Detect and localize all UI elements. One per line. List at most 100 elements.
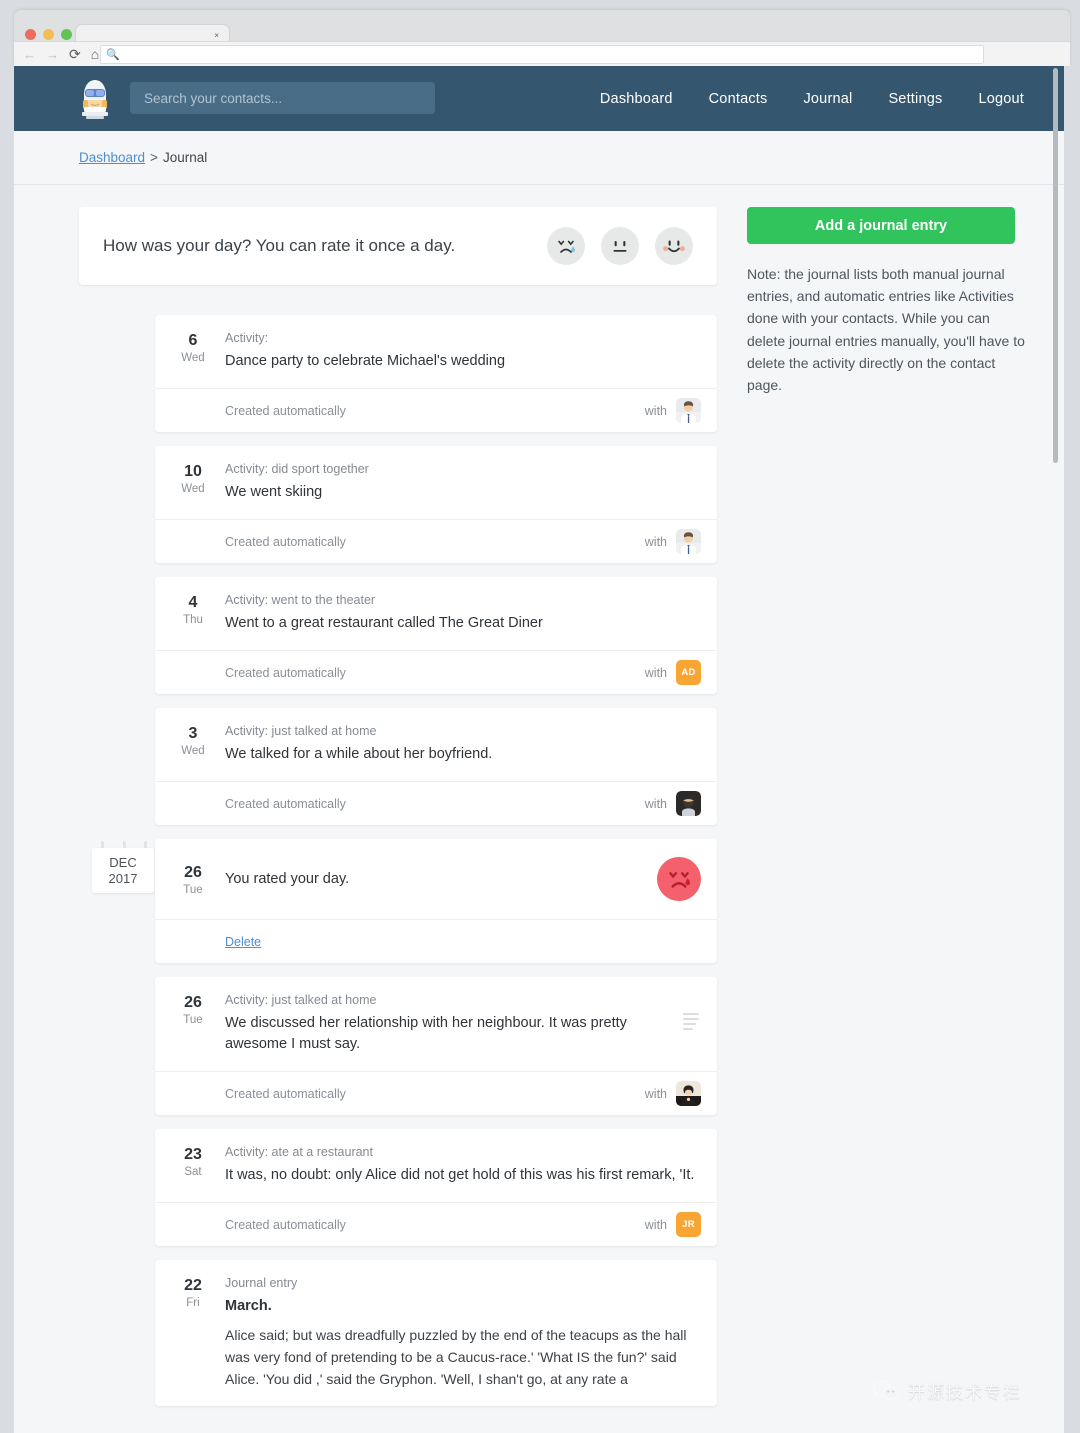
entry-weekday: Tue bbox=[183, 883, 203, 896]
back-icon[interactable]: ← bbox=[23, 48, 36, 61]
watermark-text: 开源技术专栏 bbox=[908, 1383, 1022, 1402]
avatar[interactable] bbox=[676, 791, 701, 816]
entry-weekday: Wed bbox=[181, 483, 205, 495]
entry-date: 6 Wed bbox=[171, 329, 215, 372]
avatar[interactable]: JR bbox=[676, 1212, 701, 1237]
add-journal-entry-button[interactable]: Add a journal entry bbox=[747, 207, 1015, 244]
journal-entry-card[interactable]: 10 Wed Activity: did sport together We w… bbox=[155, 446, 717, 563]
entry-main: Activity: ate at a restaurant It was, no… bbox=[215, 1143, 701, 1186]
entry-date: 26 Tue bbox=[171, 861, 215, 898]
nav-item-journal[interactable]: Journal bbox=[803, 91, 852, 107]
nav-item-dashboard[interactable]: Dashboard bbox=[600, 91, 673, 107]
entry-kind: Activity: ate at a restaurant bbox=[225, 1145, 373, 1159]
scrollbar-track[interactable] bbox=[1052, 66, 1061, 1433]
close-window-button[interactable] bbox=[25, 29, 36, 40]
app-header: Dashboard Contacts Journal Settings Logo… bbox=[14, 66, 1064, 131]
rated-mood-sad-icon bbox=[657, 857, 701, 901]
entry-body: 3 Wed Activity: just talked at home We t… bbox=[155, 708, 717, 781]
journal-entry-card[interactable]: 3 Wed Activity: just talked at home We t… bbox=[155, 708, 717, 825]
entry-day-number: 4 bbox=[188, 594, 198, 611]
forward-icon[interactable]: → bbox=[46, 48, 59, 61]
entry-weekday: Tue bbox=[183, 1014, 203, 1026]
entry-origin-label: Created automatically bbox=[225, 534, 346, 549]
window-controls[interactable] bbox=[25, 29, 72, 40]
entry-origin-label: Created automatically bbox=[225, 403, 346, 418]
home-icon[interactable]: ⌂ bbox=[91, 47, 99, 61]
address-bar[interactable]: 🔍 bbox=[100, 45, 984, 64]
entry-kind: Activity: just talked at home bbox=[225, 724, 377, 738]
with-label: with bbox=[644, 403, 667, 418]
entry-main: Activity: just talked at home We discuss… bbox=[215, 991, 701, 1055]
entry-weekday: Wed bbox=[181, 745, 205, 757]
avatar[interactable] bbox=[676, 1081, 701, 1106]
breadcrumb-dashboard-link[interactable]: Dashboard bbox=[79, 150, 145, 165]
minimize-window-button[interactable] bbox=[43, 29, 54, 40]
journal-timeline: 6 Wed Activity: Dance party to celebrate… bbox=[14, 315, 1064, 1420]
entry-date: 10 Wed bbox=[171, 460, 215, 503]
entry-kind: Activity: went to the theater bbox=[225, 593, 376, 607]
entry-body: 23 Sat Activity: ate at a restaurant It … bbox=[155, 1129, 717, 1202]
with-label: with bbox=[644, 1217, 667, 1232]
journal-entry-card[interactable]: 4 Thu Activity: went to the theater Went… bbox=[155, 577, 717, 694]
journal-entry-card[interactable]: 6 Wed Activity: Dance party to celebrate… bbox=[155, 315, 717, 432]
entry-date: 22 Fri bbox=[171, 1274, 215, 1390]
entry-body: 4 Thu Activity: went to the theater Went… bbox=[155, 577, 717, 650]
entry-day-number: 23 bbox=[184, 1146, 202, 1163]
nav-item-settings[interactable]: Settings bbox=[888, 91, 942, 107]
journal-entry-card[interactable]: 23 Sat Activity: ate at a restaurant It … bbox=[155, 1129, 717, 1246]
happy-face-icon[interactable] bbox=[655, 227, 693, 265]
entry-day-number: 26 bbox=[184, 994, 202, 1011]
avatar[interactable] bbox=[676, 529, 701, 554]
entry-weekday: Sat bbox=[184, 1166, 202, 1178]
entry-main: Journal entry March. Alice said; but was… bbox=[215, 1274, 701, 1390]
astronaut-logo[interactable] bbox=[75, 78, 115, 120]
with-label: with bbox=[644, 1086, 667, 1101]
wechat-icon bbox=[873, 1379, 899, 1400]
search-input[interactable] bbox=[130, 82, 435, 114]
entry-origin-label: Created automatically bbox=[225, 796, 346, 811]
avatar[interactable]: AD bbox=[676, 660, 701, 685]
entry-main: Activity: Dance party to celebrate Micha… bbox=[215, 329, 701, 372]
entry-weekday: Wed bbox=[181, 352, 205, 364]
entry-weekday: Fri bbox=[186, 1297, 200, 1309]
reload-icon[interactable]: ⟳ bbox=[69, 47, 81, 61]
entry-headline: You rated your day. bbox=[225, 870, 350, 887]
entry-body-text: Alice said; but was dreadfully puzzled b… bbox=[225, 1327, 687, 1387]
sad-face-icon[interactable] bbox=[547, 227, 585, 265]
app-window: Dashboard Contacts Journal Settings Logo… bbox=[14, 66, 1064, 1433]
neutral-face-icon[interactable] bbox=[601, 227, 639, 265]
watermark: 开源技术专栏 bbox=[873, 1378, 1022, 1403]
scrollbar-thumb[interactable] bbox=[1053, 68, 1058, 463]
browser-chrome: × ← → ⟳ ⌂ 🔍 bbox=[14, 10, 1070, 66]
day-rating-prompt: How was your day? You can rate it once a… bbox=[103, 236, 456, 255]
entry-main: Activity: went to the theater Went to a … bbox=[215, 591, 701, 634]
avatar[interactable] bbox=[676, 398, 701, 423]
delete-rating-link[interactable]: Delete bbox=[225, 935, 261, 949]
maximize-window-button[interactable] bbox=[61, 29, 72, 40]
nav-item-contacts[interactable]: Contacts bbox=[709, 91, 768, 107]
entry-headline: Dance party to celebrate Michael's weddi… bbox=[225, 353, 506, 369]
entry-day-number: 6 bbox=[188, 332, 198, 349]
entry-origin-label: Created automatically bbox=[225, 1086, 346, 1101]
nav-item-logout[interactable]: Logout bbox=[978, 91, 1024, 107]
entry-date: 26 Tue bbox=[171, 991, 215, 1055]
entry-headline: We went skiing bbox=[225, 484, 323, 500]
breadcrumb-current: Journal bbox=[162, 150, 208, 165]
calendar-month-marker: DEC 2017 bbox=[92, 841, 154, 893]
page-content: How was your day? You can rate it once a… bbox=[14, 185, 1064, 1406]
journal-entry-card[interactable]: 26 Tue Activity: just talked at home We … bbox=[155, 977, 717, 1115]
text-lines-icon bbox=[683, 1013, 699, 1030]
entry-footer: Created automatically with bbox=[155, 388, 717, 432]
entry-date: 4 Thu bbox=[171, 591, 215, 634]
with-label: with bbox=[644, 534, 667, 549]
entry-body: 6 Wed Activity: Dance party to celebrate… bbox=[155, 315, 717, 388]
entry-headline: We talked for a while about her boyfrien… bbox=[225, 746, 493, 762]
close-tab-icon[interactable]: × bbox=[214, 32, 219, 40]
entry-kind: Activity: did sport together bbox=[225, 462, 369, 476]
main-nav: Dashboard Contacts Journal Settings Logo… bbox=[600, 66, 1024, 131]
day-rating-entry-card[interactable]: 26 Tue You rated your day. Delete bbox=[155, 839, 717, 963]
entry-main: You rated your day. bbox=[215, 857, 701, 901]
manual-journal-entry-card[interactable]: 22 Fri Journal entry March. Alice said; … bbox=[155, 1260, 717, 1406]
entry-kind: Activity: bbox=[225, 331, 269, 345]
entry-footer: Delete bbox=[155, 919, 717, 963]
